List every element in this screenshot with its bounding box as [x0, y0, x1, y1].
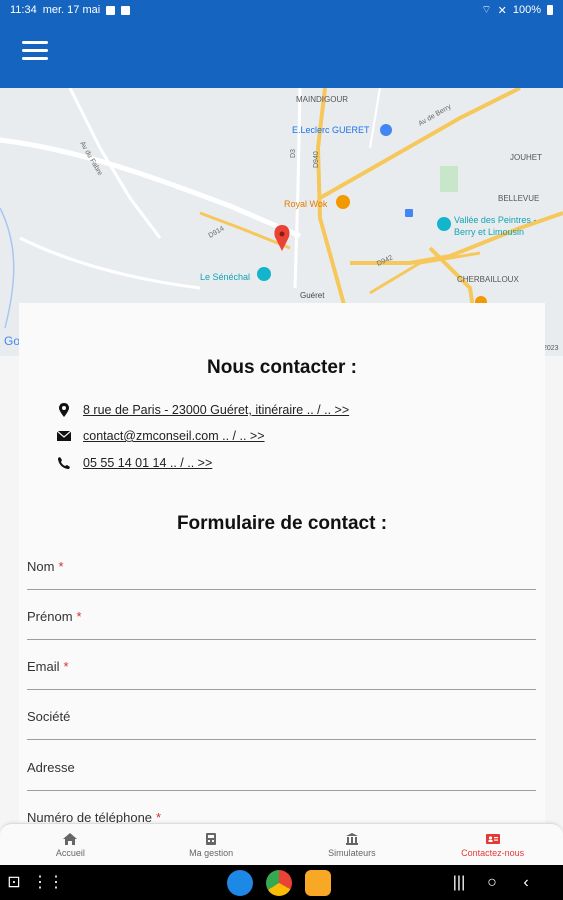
address-field-label: Adresse: [27, 760, 75, 775]
status-date: mer. 17 mai: [42, 4, 101, 16]
nav-home[interactable]: Accueil: [0, 824, 141, 866]
map-label-d940: D940: [313, 151, 320, 168]
map-label-vallee: Vallée des Peintres -: [454, 215, 536, 225]
skype-icon[interactable]: [227, 870, 253, 896]
image-notification-icon: [106, 5, 116, 15]
map-label-le-senechal: Le Sénéchal: [200, 272, 250, 282]
app-notification-icon: [121, 5, 131, 15]
calculator-icon: [206, 832, 217, 845]
phone-icon: [58, 457, 70, 469]
phone-row[interactable]: 05 55 14 01 14 .. / .. >>: [57, 456, 212, 470]
map-label-maindigour: MAINDIGOUR: [296, 95, 348, 104]
system-navigation-bar: ⊡ ⋮⋮ ||| ○ ‹: [0, 865, 563, 900]
apps-grid-icon[interactable]: ⋮⋮: [32, 873, 64, 893]
map-label-jouhet: JOUHET: [510, 153, 542, 162]
name-field-label: Nom *: [27, 559, 64, 574]
firstname-field[interactable]: Prénom *: [27, 603, 536, 640]
nav-simulators[interactable]: Simulateurs: [282, 824, 423, 866]
map-label-vallee-2: Berry et Limousin: [454, 227, 524, 237]
chrome-icon[interactable]: [266, 870, 292, 896]
map-label-gueret: Guéret: [300, 291, 325, 300]
nav-contact[interactable]: Contactez-nous: [422, 824, 563, 866]
map-label-d3: D3: [290, 149, 297, 158]
taskbar-toggle-icon[interactable]: ⊡: [4, 873, 24, 893]
map-label-royal-wok: Royal Wok: [284, 199, 328, 209]
map-label-bellevue: BELLEVUE: [498, 194, 539, 203]
map-copyright-year: 2023: [543, 345, 559, 352]
address-row[interactable]: 8 rue de Paris - 23000 Guéret, itinérair…: [57, 403, 349, 417]
envelope-icon: [57, 430, 71, 441]
address-link[interactable]: 8 rue de Paris - 23000 Guéret, itinérair…: [83, 403, 349, 417]
company-field[interactable]: Société: [27, 703, 536, 740]
email-field-label: Email *: [27, 659, 69, 674]
home-button-icon[interactable]: ○: [482, 873, 502, 893]
nav-home-label: Accueil: [55, 847, 85, 858]
phone-link[interactable]: 05 55 14 01 14 .. / .. >>: [83, 456, 212, 470]
firstname-field-label: Prénom *: [27, 609, 82, 624]
status-bar: 11:34 mer. 17 mai ⌔ ✕ 100%: [0, 0, 563, 20]
bank-icon: [345, 832, 358, 845]
mute-icon: ✕: [497, 4, 507, 17]
map-label-leclerc: E.Leclerc GUERET: [292, 125, 370, 135]
nav-management-label: Ma gestion: [189, 847, 234, 858]
battery-level: 100%: [512, 4, 541, 16]
bottom-navigation: Accueil Ma gestion Simulateurs Contactez…: [0, 823, 563, 866]
back-icon[interactable]: ‹: [516, 873, 536, 893]
email-link[interactable]: contact@zmconseil.com .. / .. >>: [83, 429, 265, 443]
battery-icon: [547, 5, 553, 15]
home-icon: [63, 832, 78, 845]
contact-card-icon: [485, 833, 500, 844]
recent-apps-icon[interactable]: |||: [449, 873, 469, 893]
map-marker-icon: [59, 403, 69, 417]
email-field[interactable]: Email *: [27, 653, 536, 690]
files-icon[interactable]: [305, 870, 331, 896]
form-title: Formulaire de contact :: [176, 513, 388, 534]
map-label-cherbailloux: CHERBAILLOUX: [457, 275, 519, 284]
wifi-icon: ⌔: [481, 4, 492, 16]
company-field-label: Société: [27, 709, 71, 724]
app-bar: [0, 20, 563, 88]
google-logo-text: Go: [4, 334, 20, 348]
address-field[interactable]: Adresse: [27, 754, 536, 791]
contact-title: Nous contacter :: [207, 357, 357, 378]
nav-simulators-label: Simulateurs: [328, 847, 376, 858]
status-time: 11:34: [10, 4, 37, 16]
contact-card: Nous contacter : 8 rue de Paris - 23000 …: [19, 303, 545, 841]
nav-contact-label: Contactez-nous: [461, 847, 525, 858]
name-field[interactable]: Nom *: [27, 553, 536, 590]
email-row[interactable]: contact@zmconseil.com .. / .. >>: [57, 429, 265, 443]
menu-icon[interactable]: [22, 41, 48, 61]
nav-management[interactable]: Ma gestion: [141, 824, 282, 866]
